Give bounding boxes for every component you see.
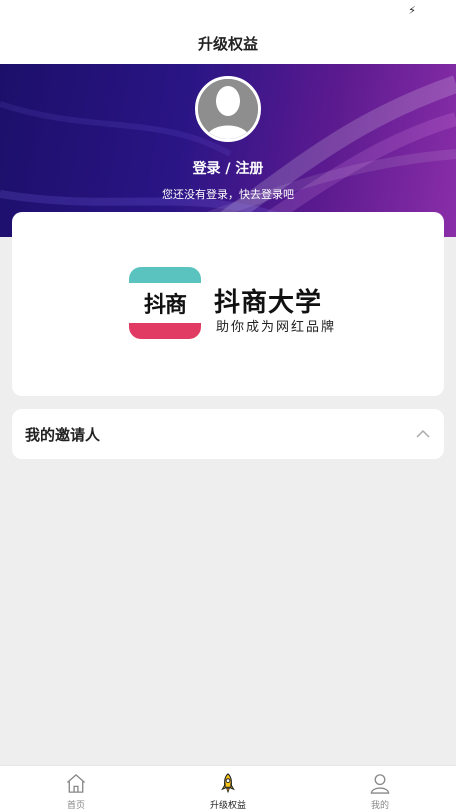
inviter-section[interactable]: 我的邀请人 bbox=[12, 409, 444, 459]
tab-upgrade-label: 升级权益 bbox=[209, 801, 246, 811]
brand-slogan: 助你成为网红品牌 bbox=[216, 320, 337, 335]
tab-mine-label: 我的 bbox=[370, 801, 389, 811]
home-icon bbox=[66, 773, 86, 793]
inviter-title: 我的邀请人 bbox=[25, 425, 101, 444]
page-title: 升级权益 bbox=[197, 34, 258, 53]
nav-bar: 升级权益 bbox=[0, 22, 456, 64]
login-register-link[interactable]: 登录 / 注册 bbox=[0, 158, 456, 178]
default-avatar-icon bbox=[198, 79, 258, 139]
user-icon bbox=[370, 774, 390, 794]
brand-banner[interactable]: 抖商 抖商大学 助你成为网红品牌 bbox=[12, 212, 444, 396]
avatar[interactable] bbox=[195, 76, 261, 142]
tab-home-label: 首页 bbox=[66, 801, 85, 811]
brand-name: 抖商大学 bbox=[214, 288, 323, 318]
logo-teal-band bbox=[129, 267, 201, 283]
logo-text: 抖商 bbox=[129, 283, 201, 323]
tab-bar: 首页 升级权益 我的 bbox=[0, 765, 456, 811]
logo-red-band bbox=[129, 323, 201, 339]
login-hint: 您还没有登录，快去登录吧 bbox=[162, 188, 294, 201]
tab-mine[interactable]: 我的 bbox=[304, 766, 456, 811]
chevron-up-icon[interactable] bbox=[416, 429, 430, 439]
status-bar: ⚡ bbox=[0, 0, 456, 22]
brand-logo: 抖商 bbox=[129, 267, 201, 339]
tab-home[interactable]: 首页 bbox=[0, 766, 152, 811]
tab-upgrade[interactable]: 升级权益 bbox=[152, 766, 304, 811]
rocket-icon bbox=[221, 773, 235, 794]
bolt-icon: ⚡ bbox=[408, 4, 416, 17]
